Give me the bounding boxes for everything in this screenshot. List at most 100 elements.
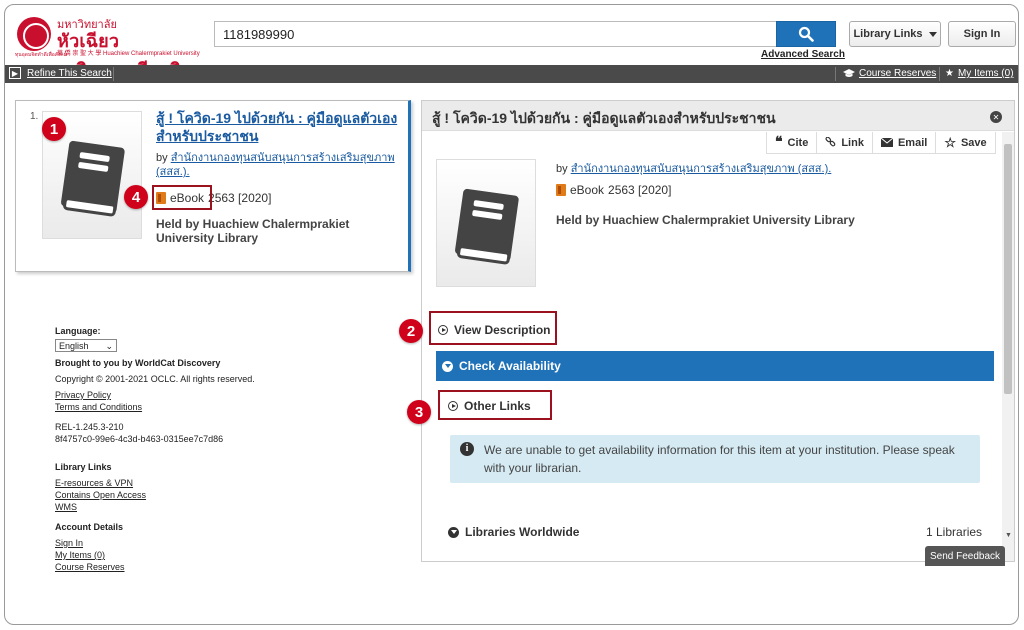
caret-down-icon [928,31,937,37]
scroll-down-arrow-icon[interactable]: ▼ [1005,532,1012,539]
language-value: English [59,340,89,351]
record-actions: ❝ Cite Link Email ☆ Save [766,132,996,154]
university-logo[interactable]: มหาวิทยาลัย หัวเฉียวเฉลิมพระเกียรติ 華 僑 … [15,15,207,80]
graduation-cap-icon [843,69,855,77]
cite-label: Cite [787,136,809,149]
detail-book-cover [436,159,536,287]
toolbar-divider [939,67,940,81]
envelope-icon [880,138,893,147]
chevron-down-icon: ⌄ [105,340,113,351]
footer-course-reserves-link[interactable]: Course Reserves [55,561,335,573]
info-icon: i [460,442,474,456]
release-version: REL-1.245.3-210 [55,422,124,432]
ebook-icon [556,184,566,196]
result-number: 1. [30,111,39,122]
footer-library-links-heading: Library Links [55,462,112,472]
link-icon [825,137,836,147]
result-author: by สำนักงานกองทุนสนับสนุนการสร้างเสริมสุ… [156,151,406,179]
sign-in-button[interactable]: Sign In [948,21,1016,47]
course-reserves-link[interactable]: Course Reserves [859,68,936,79]
brought-by: Brought to you by WorldCat Discovery [55,358,221,368]
footer-sign-in-link[interactable]: Sign In [55,537,335,549]
chevron-down-circle-icon [448,526,459,538]
email-button[interactable]: Email [872,132,937,154]
refine-search[interactable]: ▶ Refine This Search [9,67,112,79]
library-links-label: Library Links [853,28,923,40]
send-feedback-button[interactable]: Send Feedback [925,546,1005,566]
expand-panel-icon: ▶ [9,67,21,79]
page-footer: Language: English ⌄ Brought to you by Wo… [55,325,335,573]
book-icon [455,188,519,265]
my-items[interactable]: ★ My Items (0) [945,68,1014,79]
logo-subtitle: 華 僑 崇 聖 大 學 Huachiew Chalermprakiet Univ… [57,51,200,57]
libraries-worldwide-toggle[interactable]: Libraries Worldwide [448,525,579,539]
eresources-link[interactable]: E-resources & VPN [55,477,335,489]
highlight-box-view-description [429,311,557,345]
callout-4: 4 [124,185,148,209]
link-button[interactable]: Link [817,132,873,154]
publication-year: 2563 [2020] [608,183,672,197]
logo-caption: ทุนอุดมจิตทำดีเพื่อสังคม [15,52,67,58]
libraries-count: 1 Libraries [926,525,983,539]
library-links-dropdown[interactable]: Library Links [849,21,941,47]
highlight-box-ebook [152,185,212,210]
check-availability-toggle[interactable]: Check Availability [436,351,994,381]
star-icon: ★ [945,68,954,79]
publication-year: 2563 [2020] [208,191,272,205]
search-icon [798,26,814,42]
email-label: Email [897,136,928,149]
detail-title: สู้ ! โควิด-19 ไปด้วยกัน : คู่มือดูแลตัว… [432,110,776,126]
app-frame: มหาวิทยาลัย หัวเฉียวเฉลิมพระเกียรติ 華 僑 … [4,4,1019,625]
quote-icon: ❝ [775,135,783,150]
toolbar-divider [113,67,114,81]
availability-notice-text: We are unable to get availability inform… [484,443,955,475]
detail-author-link[interactable]: สำนักงานกองทุนสนับสนุนการสร้างเสริมสุขภา… [571,163,832,175]
callout-1: 1 [42,117,66,141]
toolbar: ▶ Refine This Search Course Reserves ★ M… [5,65,1018,83]
language-select[interactable]: English ⌄ [55,339,117,352]
detail-header: สู้ ! โควิด-19 ไปด้วยกัน : คู่มือดูแลตัว… [422,101,1014,131]
libraries-worldwide-label: Libraries Worldwide [465,525,580,539]
availability-notice: i We are unable to get availability info… [450,435,980,483]
save-label: Save [960,136,987,149]
open-access-link[interactable]: Contains Open Access [55,489,335,501]
scrollbar-thumb[interactable] [1004,144,1012,394]
detail-format: eBook 2563 [2020] [556,183,671,197]
check-availability-label: Check Availability [459,359,561,373]
wms-link[interactable]: WMS [55,501,335,513]
search-result-card[interactable]: 1. สู้ ! โควิด-19 ไปด้วยกัน : คู่มือดูแล… [15,100,411,272]
advanced-search-link[interactable]: Advanced Search [761,49,845,60]
toolbar-divider [835,67,836,81]
cite-button[interactable]: ❝ Cite [767,132,818,154]
author-link[interactable]: สำนักงานกองทุนสนับสนุนการสร้างเสริมสุขภา… [156,152,395,178]
release-hash: 8f4757c0-99e6-4c3d-b463-0315ee7c7d86 [55,434,224,444]
course-reserves[interactable]: Course Reserves [843,68,936,79]
callout-2: 2 [399,319,423,343]
language-label: Language: [55,326,101,336]
search-button[interactable] [776,21,836,47]
result-title-link[interactable]: สู้ ! โควิด-19 ไปด้วยกัน : คู่มือดูแลตัว… [156,109,406,145]
close-icon[interactable]: ✕ [990,111,1002,123]
detail-holding-info: Held by Huachiew Chalermprakiet Universi… [556,213,855,227]
star-outline-icon: ☆ [944,134,956,150]
save-button[interactable]: ☆ Save [936,132,996,154]
footer-my-items-link[interactable]: My Items (0) [55,549,335,561]
highlight-box-other-links [438,390,552,420]
by-label: by [156,152,168,164]
university-seal-icon [17,17,51,51]
search-input[interactable] [214,21,776,47]
my-items-link[interactable]: My Items (0) [958,68,1014,79]
chevron-down-circle-icon [442,360,453,372]
terms-link[interactable]: Terms and Conditions [55,401,335,413]
detail-scrollbar[interactable]: ▼ [1002,132,1014,561]
account-details-heading: Account Details [55,522,124,532]
refine-search-link[interactable]: Refine This Search [27,68,112,79]
by-label: by [556,163,568,175]
privacy-policy-link[interactable]: Privacy Policy [55,389,335,401]
format-label: eBook [570,183,605,197]
callout-3: 3 [407,400,431,424]
holding-info: Held by Huachiew Chalermprakiet Universi… [156,217,350,245]
detail-author: by สำนักงานกองทุนสนับสนุนการสร้างเสริมสุ… [556,159,831,177]
link-label: Link [841,136,864,149]
copyright: Copyright © 2001-2021 OCLC. All rights r… [55,374,255,384]
